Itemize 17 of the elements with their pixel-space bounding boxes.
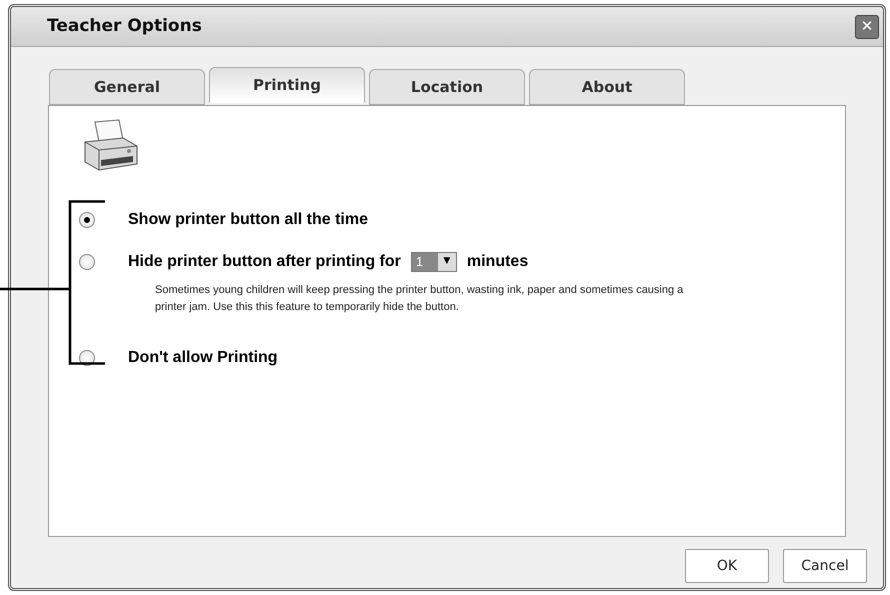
option-label: Don't allow Printing	[128, 348, 278, 368]
option-label: Show printer button all the time	[128, 210, 368, 230]
dialog-button[interactable]: OK	[685, 549, 769, 583]
dialog-button[interactable]: Cancel	[783, 549, 867, 583]
option-description: Sometimes young children will keep pressing the printer button, wasting ink, paper and sometimes causing a printer jam. Use this this feature to temporarily hide the button.	[155, 283, 684, 315]
minutes-dropdown[interactable]: 1 ▼	[410, 252, 457, 272]
dropdown-value: 1	[414, 253, 424, 272]
radio-button[interactable]	[79, 212, 95, 228]
radio-button[interactable]	[79, 254, 95, 270]
tab[interactable]: Location	[369, 69, 525, 105]
window-title: Teacher Options	[47, 14, 202, 38]
tab[interactable]: Printing	[209, 67, 365, 103]
close-button[interactable]: ✕	[855, 14, 879, 38]
option-label: Hide printer button after printing for	[128, 252, 401, 272]
tab[interactable]: General	[49, 69, 205, 105]
option-suffix: minutes	[466, 252, 528, 272]
tab[interactable]: About	[529, 69, 685, 105]
